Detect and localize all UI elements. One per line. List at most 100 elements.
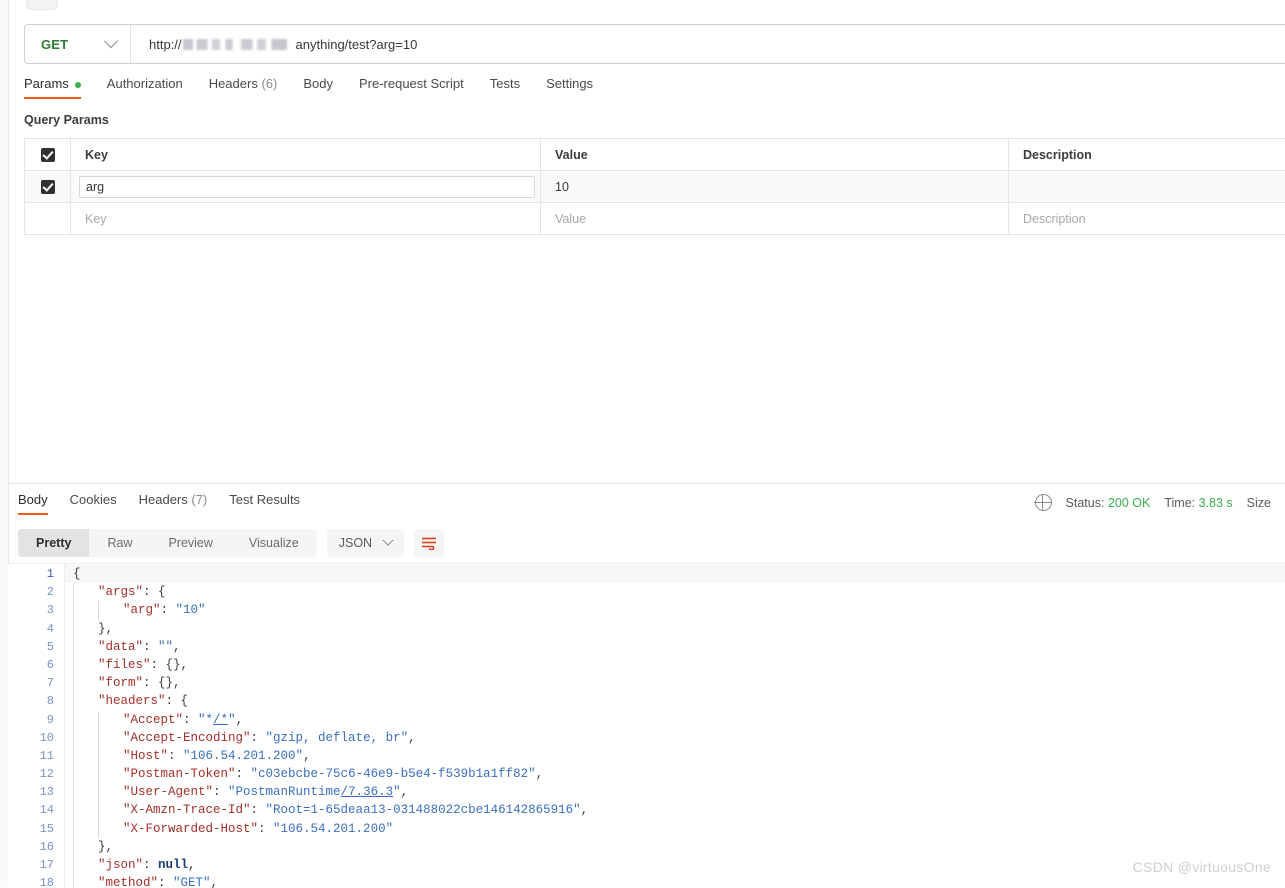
response-tab-headers[interactable]: Headers (7) xyxy=(139,492,208,515)
code-token: "Postman-Token" xyxy=(123,767,236,782)
request-url-bar: GET http:// anything/test?arg=10 xyxy=(24,24,1285,64)
request-tab-headers[interactable]: Headers (6) xyxy=(209,76,278,99)
code-token: }, xyxy=(98,839,114,854)
response-view-preview[interactable]: Preview xyxy=(150,529,230,557)
code-line: "files": {}, xyxy=(65,655,1285,675)
response-tab-count: (7) xyxy=(187,492,208,507)
code-token: "method" xyxy=(98,876,159,888)
column-header-key-label: Key xyxy=(85,147,108,162)
line-number: 14 xyxy=(39,803,54,818)
empty-row-description-cell[interactable]: Description xyxy=(1009,203,1285,234)
code-token: " xyxy=(393,785,401,800)
line-number-gutter: 1 2 3 4 5 6 7 8 9 10 11 12 13 14 15 16 17 18 xyxy=(8,564,64,888)
indent-guide xyxy=(73,856,98,875)
row-description-cell[interactable] xyxy=(1009,171,1285,202)
empty-description-placeholder: Description xyxy=(1023,211,1086,226)
response-language-selector[interactable]: JSON xyxy=(326,529,405,557)
code-token: , xyxy=(580,803,589,818)
code-token: "files" xyxy=(98,657,151,672)
response-tab-test-results[interactable]: Test Results xyxy=(229,492,300,515)
code-line: "data": "", xyxy=(65,637,1285,656)
size-indicator: Size xyxy=(1246,495,1271,510)
url-redacted-host xyxy=(182,38,295,50)
row-key-cell: arg xyxy=(71,171,541,202)
select-all-checkbox[interactable] xyxy=(40,147,55,162)
param-value-text: 10 xyxy=(555,179,569,194)
response-meta: Status: 200 OK Time: 3.83 s Size xyxy=(1034,493,1285,512)
code-line: "args": { xyxy=(65,583,1285,602)
empty-row-value-cell[interactable]: Value xyxy=(541,203,1009,234)
code-token: : { xyxy=(165,694,189,709)
request-tab-authorization[interactable]: Authorization xyxy=(107,76,183,99)
request-tab-params[interactable]: Params xyxy=(24,76,81,99)
table-row: arg 10 xyxy=(25,171,1285,203)
wrap-text-button[interactable] xyxy=(414,529,445,557)
top-cutoff-pill xyxy=(26,0,58,10)
row-value-cell[interactable]: 10 xyxy=(541,171,1009,202)
code-token: : { xyxy=(143,585,166,600)
response-view-visualize[interactable]: Visualize xyxy=(231,529,317,557)
indent-guide xyxy=(73,619,98,638)
response-body-viewer[interactable]: 1 2 3 4 5 6 7 8 9 10 11 12 13 14 15 16 17 18 {"args": {"a… xyxy=(8,563,1285,888)
empty-key-placeholder: Key xyxy=(85,211,107,226)
param-key-input[interactable]: arg xyxy=(79,175,535,198)
code-line: "Host": "106.54.201.200", xyxy=(65,746,1285,766)
code-token: { xyxy=(73,567,81,581)
indent-guide xyxy=(73,655,98,675)
code-line: "Accept": "*/*", xyxy=(65,710,1285,729)
code-token: , xyxy=(235,712,244,727)
status-indicator: Status: 200 OK xyxy=(1066,496,1151,510)
code-token: : {}, xyxy=(150,657,189,672)
row-enabled-checkbox[interactable] xyxy=(40,179,55,194)
code-token: "Accept" xyxy=(123,712,184,727)
column-header-description-label: Description xyxy=(1023,147,1092,162)
indent-guide xyxy=(73,801,98,820)
indent-guide xyxy=(98,601,123,620)
indent-guide xyxy=(73,637,98,656)
code-token: "c03ebcbe-75c6-46e9-b5e4-f539b1a1ff82" xyxy=(250,767,536,782)
code-token: "* xyxy=(198,712,214,727)
response-view-raw[interactable]: Raw xyxy=(89,529,150,557)
code-line: }, xyxy=(65,619,1285,638)
line-number: 11 xyxy=(39,748,54,763)
code-token: : xyxy=(213,785,229,800)
request-tab-settings[interactable]: Settings xyxy=(546,76,593,99)
code-line: "X-Forwarded-Host": "106.54.201.200" xyxy=(65,819,1285,838)
code-token: : xyxy=(158,876,174,888)
code-token: "args" xyxy=(98,585,144,600)
response-view-pretty[interactable]: Pretty xyxy=(18,529,90,557)
code-token: : xyxy=(143,639,159,654)
code-token: , xyxy=(535,767,544,782)
indent-guide xyxy=(73,728,98,747)
indent-guide xyxy=(98,710,123,729)
response-tab-cookies[interactable]: Cookies xyxy=(70,492,117,515)
indent-guide xyxy=(98,801,123,820)
modified-indicator-dot xyxy=(74,81,81,88)
request-tab-count: (6) xyxy=(257,76,278,91)
column-header-value: Value xyxy=(541,139,1009,170)
code-token: "headers" xyxy=(98,694,166,709)
time-value: 3.83 s xyxy=(1198,495,1233,510)
code-line: }, xyxy=(65,837,1285,856)
http-method-selector[interactable]: GET xyxy=(25,25,131,63)
code-token: , xyxy=(408,730,416,745)
line-number: 13 xyxy=(39,785,54,800)
code-token: "GET" xyxy=(173,876,211,888)
code-token: , xyxy=(400,785,409,800)
url-input[interactable]: http:// anything/test?arg=10 xyxy=(131,37,417,52)
response-tab-body[interactable]: Body xyxy=(18,492,48,515)
response-body-code[interactable]: {"args": {"arg": "10"}, "data": "", "files… xyxy=(64,564,1285,888)
indent-guide xyxy=(98,728,123,747)
request-tab-tests[interactable]: Tests xyxy=(490,76,520,99)
code-token: "10" xyxy=(175,603,206,618)
response-tab-label: Test Results xyxy=(229,492,301,507)
request-tab-pre-request-script[interactable]: Pre-request Script xyxy=(359,76,464,99)
request-tab-body[interactable]: Body xyxy=(303,76,333,99)
code-token: : xyxy=(183,712,199,727)
code-token: "106.54.201.200" xyxy=(273,821,394,836)
empty-row-key-cell[interactable]: Key xyxy=(71,203,541,234)
code-token: "json" xyxy=(98,858,144,872)
code-token: null xyxy=(158,858,189,872)
code-line: "form": {}, xyxy=(65,674,1285,693)
code-line: "arg": "10" xyxy=(65,601,1285,620)
